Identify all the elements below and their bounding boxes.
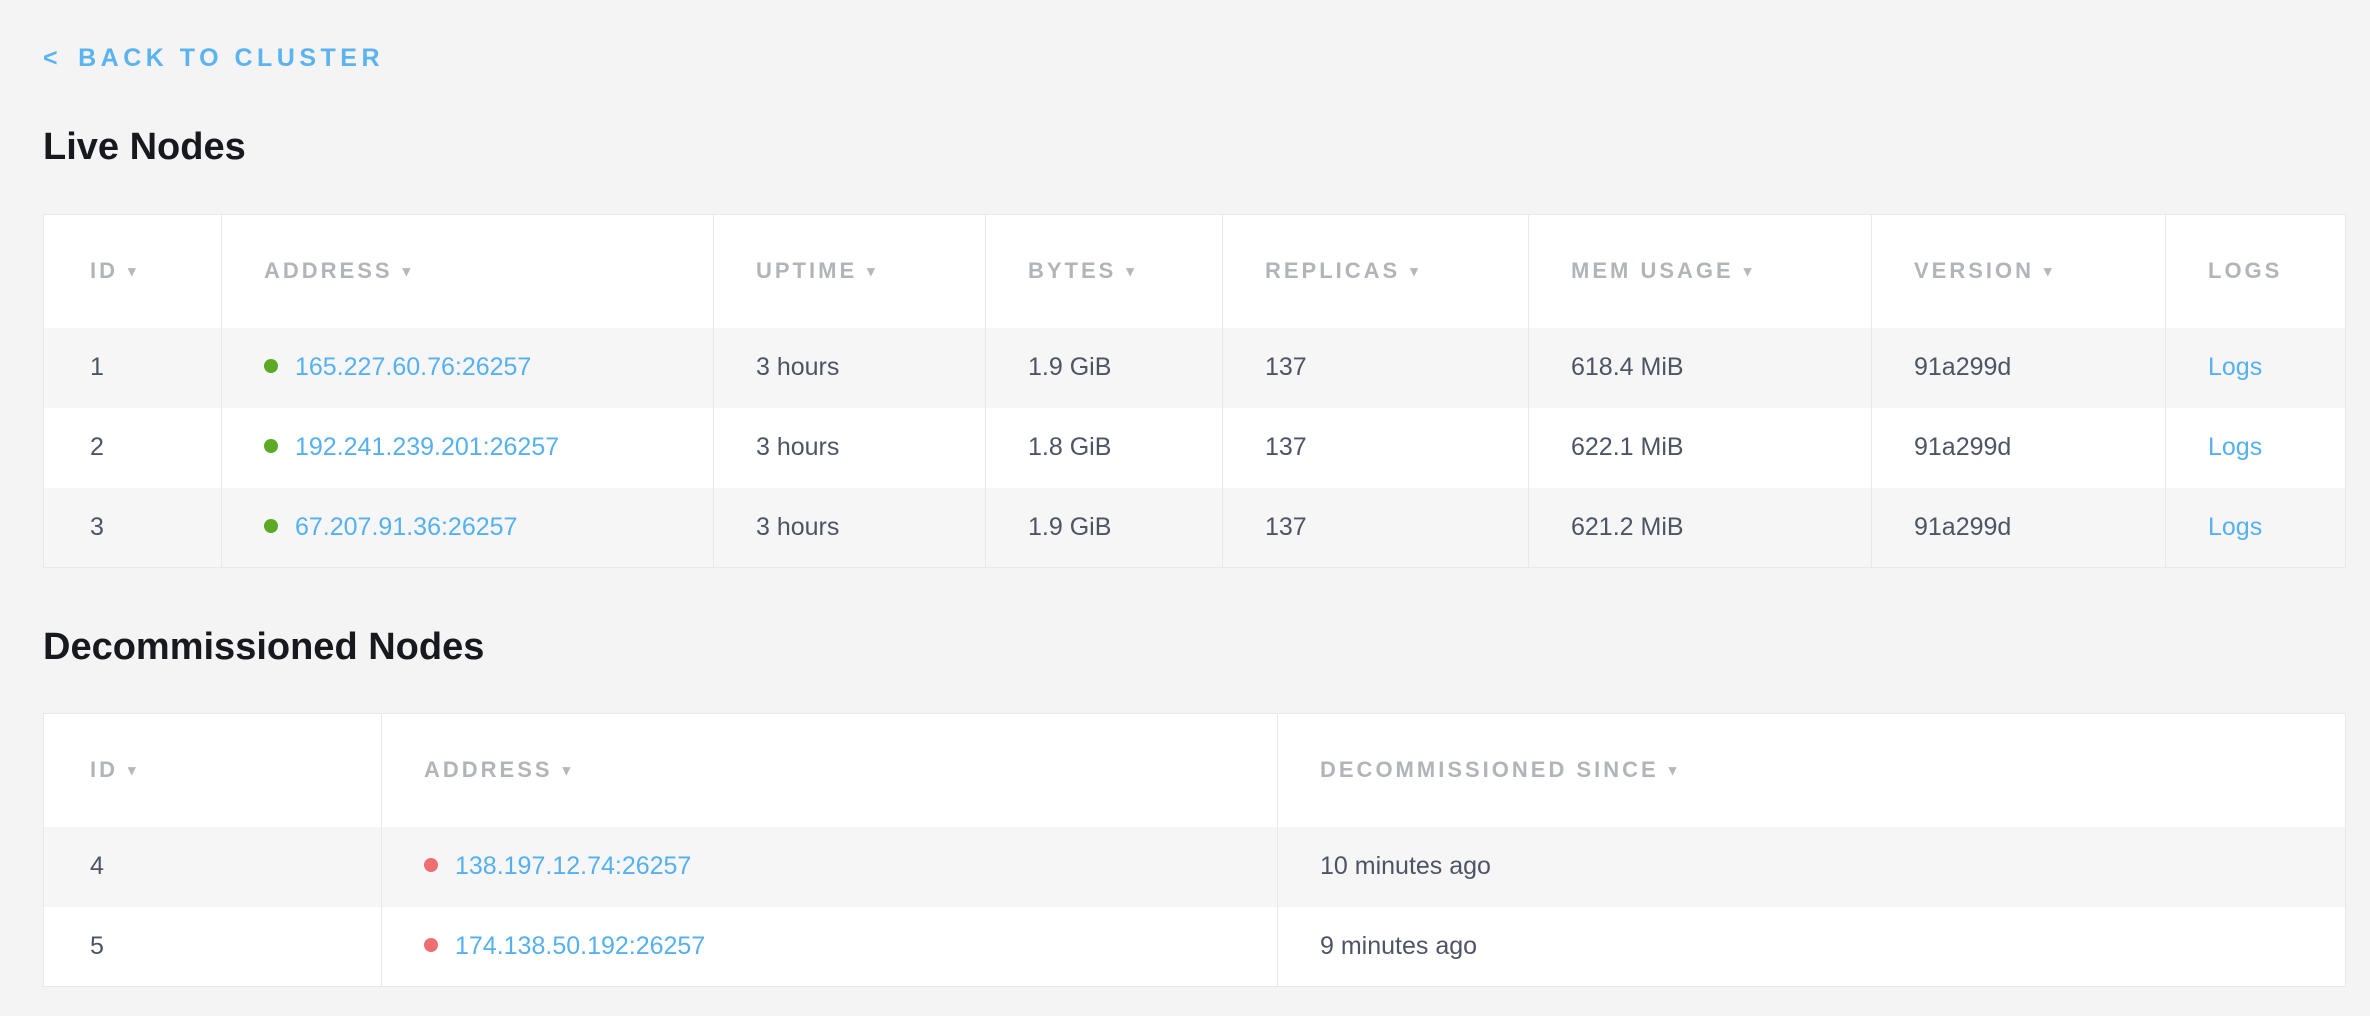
live-status-icon [264,359,278,373]
decommissioned-nodes-heading: Decommissioned Nodes [43,628,2345,666]
node-bytes-cell: 1.9 GiB [986,328,1223,408]
column-header-id[interactable]: ID ▾ [44,714,382,827]
node-replicas-cell: 137 [1223,408,1529,488]
node-bytes-cell: 1.8 GiB [986,408,1223,488]
column-header-uptime[interactable]: UPTIME ▾ [714,215,986,328]
live-nodes-heading: Live Nodes [43,128,2345,166]
column-header-bytes[interactable]: BYTES ▾ [986,215,1223,328]
logs-link[interactable]: Logs [2208,513,2262,541]
sort-arrow-icon: ▾ [403,262,411,280]
node-version-cell: 91a299d [1872,408,2166,488]
column-header-decommissioned-since[interactable]: DECOMMISSIONED SINCE ▾ [1278,714,2346,827]
column-header-label: ID [90,258,118,283]
live-nodes-table-header: ID ▾ ADDRESS ▾ UPTIME ▾ BYTES ▾ REPLICAS ▾ ME… [44,215,2346,328]
decommissioned-since-cell: 9 minutes ago [1278,907,2346,987]
sort-arrow-icon: ▾ [128,262,136,280]
node-id-cell: 4 [44,827,382,907]
decommissioned-status-icon [424,938,438,952]
logs-link[interactable]: Logs [2208,353,2262,381]
live-status-icon [264,519,278,533]
node-version-cell: 91a299d [1872,488,2166,568]
decommissioned-nodes-table: ID ▾ ADDRESS ▾ DECOMMISSIONED SINCE ▾ 4 138… [43,713,2346,987]
logs-link[interactable]: Logs [2208,433,2262,461]
column-header-label: REPLICAS [1265,258,1400,283]
column-header-mem-usage[interactable]: MEM USAGE ▾ [1529,215,1872,328]
column-header-version[interactable]: VERSION ▾ [1872,215,2166,328]
table-row: 4 138.197.12.74:26257 10 minutes ago [44,827,2346,907]
column-header-id[interactable]: ID ▾ [44,215,222,328]
node-logs-cell: Logs [2166,328,2346,408]
back-chevron-icon: < [43,46,62,71]
column-header-label: DECOMMISSIONED SINCE [1320,757,1659,782]
node-replicas-cell: 137 [1223,328,1529,408]
node-address-link[interactable]: 192.241.239.201:26257 [295,433,559,461]
node-address-cell: 165.227.60.76:26257 [222,328,714,408]
node-mem-usage-cell: 621.2 MiB [1529,488,1872,568]
node-uptime-cell: 3 hours [714,488,986,568]
node-address-link[interactable]: 174.138.50.192:26257 [455,932,705,960]
node-id-cell: 5 [44,907,382,987]
sort-arrow-icon: ▾ [1410,262,1418,280]
table-row: 1 165.227.60.76:26257 3 hours 1.9 GiB 13… [44,328,2346,408]
table-row: 3 67.207.91.36:26257 3 hours 1.9 GiB 137… [44,488,2346,568]
sort-arrow-icon: ▾ [563,761,571,779]
node-logs-cell: Logs [2166,408,2346,488]
column-header-label: VERSION [1914,258,2034,283]
column-header-label: ADDRESS [264,258,393,283]
node-address-cell: 138.197.12.74:26257 [382,827,1278,907]
column-header-label: UPTIME [756,258,857,283]
sort-arrow-icon: ▾ [2044,262,2052,280]
node-logs-cell: Logs [2166,488,2346,568]
decommissioned-nodes-table-header: ID ▾ ADDRESS ▾ DECOMMISSIONED SINCE ▾ [44,714,2346,827]
node-address-link[interactable]: 67.207.91.36:26257 [295,513,517,541]
live-status-icon [264,439,278,453]
node-replicas-cell: 137 [1223,488,1529,568]
node-mem-usage-cell: 622.1 MiB [1529,408,1872,488]
column-header-label: LOGS [2208,258,2282,283]
back-link-label: BACK TO CLUSTER [78,46,384,71]
column-header-label: MEM USAGE [1571,258,1734,283]
node-id-cell: 3 [44,488,222,568]
sort-arrow-icon: ▾ [128,761,136,779]
sort-arrow-icon: ▾ [1669,761,1677,779]
column-header-label: BYTES [1028,258,1116,283]
back-to-cluster-link[interactable]: < BACK TO CLUSTER [43,46,384,71]
node-version-cell: 91a299d [1872,328,2166,408]
column-header-address[interactable]: ADDRESS ▾ [222,215,714,328]
node-bytes-cell: 1.9 GiB [986,488,1223,568]
node-address-cell: 174.138.50.192:26257 [382,907,1278,987]
column-header-label: ADDRESS [424,757,553,782]
node-address-link[interactable]: 138.197.12.74:26257 [455,852,691,880]
sort-arrow-icon: ▾ [1126,262,1134,280]
decommissioned-since-cell: 10 minutes ago [1278,827,2346,907]
node-uptime-cell: 3 hours [714,328,986,408]
live-nodes-table: ID ▾ ADDRESS ▾ UPTIME ▾ BYTES ▾ REPLICAS ▾ ME… [43,214,2346,568]
node-address-cell: 192.241.239.201:26257 [222,408,714,488]
header-row: ID ▾ ADDRESS ▾ UPTIME ▾ BYTES ▾ REPLICAS ▾ ME… [44,215,2346,328]
node-id-cell: 2 [44,408,222,488]
sort-arrow-icon: ▾ [867,262,875,280]
node-uptime-cell: 3 hours [714,408,986,488]
column-header-replicas[interactable]: REPLICAS ▾ [1223,215,1529,328]
header-row: ID ▾ ADDRESS ▾ DECOMMISSIONED SINCE ▾ [44,714,2346,827]
table-row: 5 174.138.50.192:26257 9 minutes ago [44,907,2346,987]
node-id-cell: 1 [44,328,222,408]
node-mem-usage-cell: 618.4 MiB [1529,328,1872,408]
decommissioned-status-icon [424,858,438,872]
column-header-logs: LOGS [2166,215,2346,328]
column-header-label: ID [90,757,118,782]
sort-arrow-icon: ▾ [1744,262,1752,280]
node-address-link[interactable]: 165.227.60.76:26257 [295,353,531,381]
cluster-nodes-page: < BACK TO CLUSTER Live Nodes ID ▾ ADDRESS… [0,0,2370,987]
node-address-cell: 67.207.91.36:26257 [222,488,714,568]
column-header-address[interactable]: ADDRESS ▾ [382,714,1278,827]
table-row: 2 192.241.239.201:26257 3 hours 1.8 GiB … [44,408,2346,488]
